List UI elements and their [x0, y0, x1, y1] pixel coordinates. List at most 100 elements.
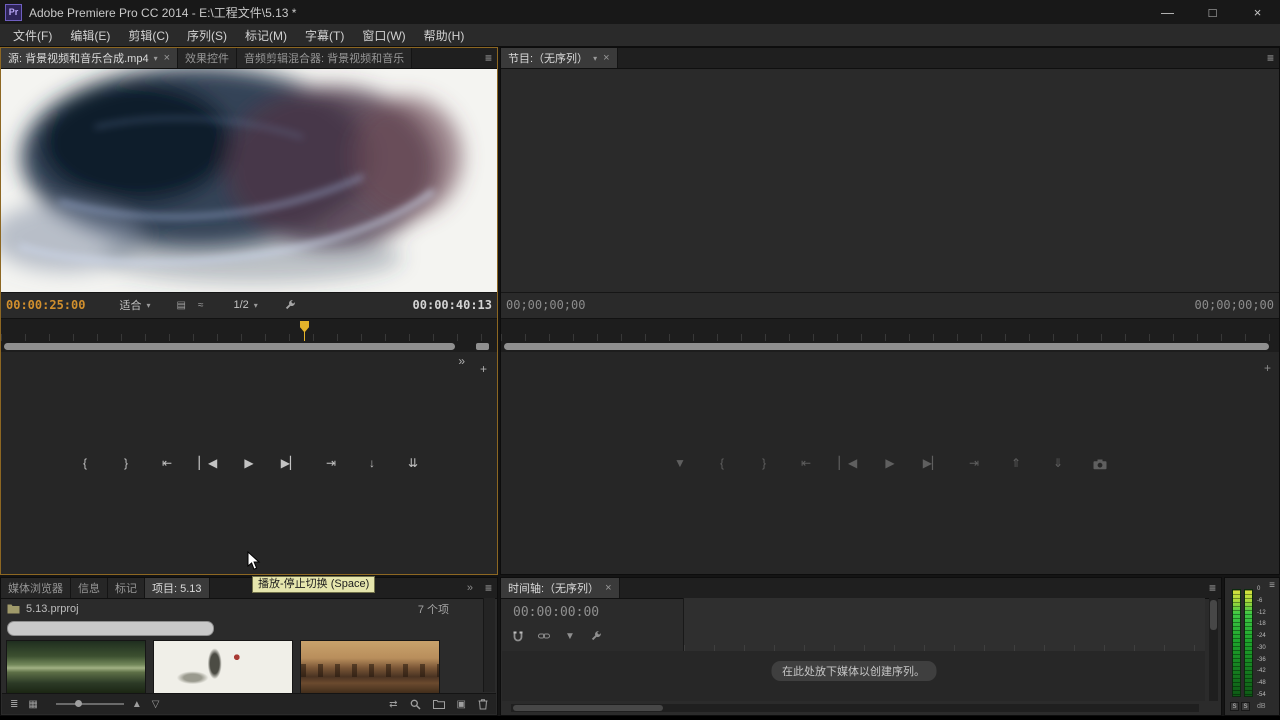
program-zoom-scrollbar[interactable] [501, 340, 1279, 352]
zoom-scrollbar-thumb[interactable] [504, 342, 1269, 350]
menu-title[interactable]: 字幕(T) [296, 27, 353, 44]
drag-audio-icon[interactable]: ≈ [198, 300, 204, 311]
chevron-down-icon[interactable]: ▾ [593, 54, 597, 63]
minimize-button[interactable]: — [1145, 0, 1190, 24]
project-file-row[interactable]: 5.13.prproj 7 个项 [1, 599, 497, 619]
snap-magnet-icon[interactable] [513, 631, 523, 642]
sort-descending-icon[interactable]: ▽ [152, 699, 160, 710]
mark-out-button[interactable]: } [752, 453, 776, 473]
program-time-ruler[interactable] [501, 317, 1279, 341]
add-button[interactable]: + [480, 362, 487, 376]
panel-menu-icon[interactable]: ≡ [1209, 578, 1216, 598]
go-to-in-button[interactable]: ⇤ [155, 453, 179, 473]
go-to-out-button[interactable]: ⇥ [319, 453, 343, 473]
tab-program[interactable]: 节目:（无序列） ▾ × [501, 48, 618, 68]
scrollbar-thumb[interactable] [513, 705, 663, 711]
menu-marker[interactable]: 标记(M) [236, 27, 296, 44]
add-marker-icon[interactable]: ▼ [565, 631, 575, 642]
step-back-button[interactable]: ▏◀ [196, 453, 220, 473]
new-item-button[interactable]: ▣ [457, 699, 466, 710]
insert-button[interactable]: ↓ [360, 453, 384, 473]
source-time-ruler[interactable] [1, 317, 497, 341]
source-viewport[interactable] [1, 69, 497, 292]
program-current-timecode[interactable]: 00;00;00;00 [506, 298, 585, 312]
list-view-button[interactable]: ≣ [10, 699, 18, 710]
mark-out-button[interactable]: } [114, 453, 138, 473]
play-stop-button[interactable]: ▶ [237, 453, 261, 473]
maximize-button[interactable]: □ [1190, 0, 1235, 24]
menu-clip[interactable]: 剪辑(C) [119, 27, 178, 44]
mark-in-button[interactable]: { [710, 453, 734, 473]
panel-menu-icon[interactable]: ≡ [485, 48, 492, 68]
overwrite-button[interactable]: ⇊ [401, 453, 425, 473]
source-zoom-scrollbar[interactable] [1, 340, 497, 352]
menu-window[interactable]: 窗口(W) [353, 27, 414, 44]
sort-ascending-icon[interactable]: ▲ [132, 699, 142, 710]
go-to-out-button[interactable]: ⇥ [962, 453, 986, 473]
lift-button[interactable]: ⇑ [1004, 453, 1028, 473]
tab-timeline[interactable]: 时间轴:（无序列） × [501, 578, 620, 598]
mark-in-button[interactable]: { [73, 453, 97, 473]
chevron-down-icon[interactable]: ▾ [154, 54, 158, 63]
timeline-vertical-scrollbar[interactable] [1209, 598, 1218, 701]
menu-file[interactable]: 文件(F) [4, 27, 61, 44]
tab-overflow-icon[interactable]: » [467, 578, 473, 598]
step-back-button[interactable]: ▏◀ [836, 453, 860, 473]
transport-overflow-icon[interactable]: » [458, 354, 465, 368]
new-bin-button[interactable] [432, 699, 445, 709]
menu-help[interactable]: 帮助(H) [415, 27, 474, 44]
menu-sequence[interactable]: 序列(S) [178, 27, 236, 44]
timeline-horizontal-scrollbar[interactable] [511, 704, 1199, 712]
extract-button[interactable]: ⇓ [1046, 453, 1070, 473]
clip-thumbnail-ink-painting[interactable] [153, 640, 293, 696]
panel-menu-icon[interactable]: ≡ [1269, 580, 1275, 591]
play-stop-button[interactable]: ▶ [878, 453, 902, 473]
program-viewport[interactable] [501, 69, 1279, 292]
close-icon[interactable]: × [605, 582, 611, 594]
zoom-scrollbar-thumb[interactable] [4, 342, 455, 350]
add-marker-button[interactable]: ▼ [668, 453, 692, 473]
go-to-in-button[interactable]: ⇤ [794, 453, 818, 473]
close-icon[interactable]: × [164, 52, 170, 64]
tab-info[interactable]: 信息 [71, 578, 108, 598]
find-button[interactable] [410, 699, 421, 710]
tab-source[interactable]: 源: 背景视频和音乐合成.mp4 ▾ × [1, 48, 179, 68]
clip-thumbnail-landscape[interactable] [6, 640, 146, 696]
thumbnail-zoom-slider[interactable] [55, 700, 124, 707]
tab-audio-clip-mixer[interactable]: 音频剪辑混合器: 背景视频和音乐 [237, 48, 413, 68]
icon-view-button[interactable]: ▦ [28, 699, 37, 710]
clip-thumbnail-water-town[interactable] [300, 640, 440, 696]
fit-dropdown[interactable]: 适合 ▾ [119, 297, 150, 313]
menu-edit[interactable]: 编辑(E) [61, 27, 119, 44]
search-filter-input[interactable] [7, 621, 214, 636]
drag-video-icon[interactable]: ▤ [177, 300, 186, 311]
resolution-dropdown[interactable]: 1/2 ▾ [233, 299, 257, 311]
playhead[interactable] [300, 320, 309, 333]
export-frame-camera-icon[interactable] [1088, 455, 1112, 470]
timeline-ruler[interactable] [683, 598, 1205, 652]
source-current-timecode[interactable]: 00:00:25:00 [6, 298, 85, 312]
settings-wrench-icon[interactable] [284, 299, 296, 311]
linked-selection-icon[interactable] [538, 632, 550, 640]
add-button[interactable]: + [1264, 361, 1271, 375]
slider-knob[interactable] [74, 700, 82, 707]
automate-to-sequence-button[interactable]: ⇄ [389, 699, 397, 710]
timeline-tracks-area[interactable]: 在此处放下媒体以创建序列。 [502, 651, 1205, 701]
tab-project[interactable]: 项目: 5.13 [145, 578, 210, 598]
tab-markers[interactable]: 标记 [108, 578, 145, 598]
tab-effect-controls[interactable]: 效果控件 [178, 48, 238, 68]
scrollbar-thumb[interactable] [1210, 600, 1217, 630]
tab-media-browser[interactable]: 媒体浏览器 [1, 578, 71, 598]
panel-menu-icon[interactable]: ≡ [485, 578, 492, 598]
zoom-scrollbar-knob[interactable] [476, 342, 489, 350]
step-forward-button[interactable]: ▶▏ [920, 453, 944, 473]
panel-menu-icon[interactable]: ≡ [1267, 48, 1274, 68]
solo-right-button[interactable]: S [1241, 702, 1250, 711]
close-icon[interactable]: × [603, 52, 609, 64]
close-button[interactable]: × [1235, 0, 1280, 24]
timeline-timecode[interactable]: 00:00:00:00 [513, 605, 599, 620]
project-scrollbar[interactable] [483, 598, 495, 692]
solo-left-button[interactable]: S [1230, 702, 1239, 711]
trash-icon[interactable] [478, 698, 488, 710]
step-forward-button[interactable]: ▶▏ [278, 453, 302, 473]
